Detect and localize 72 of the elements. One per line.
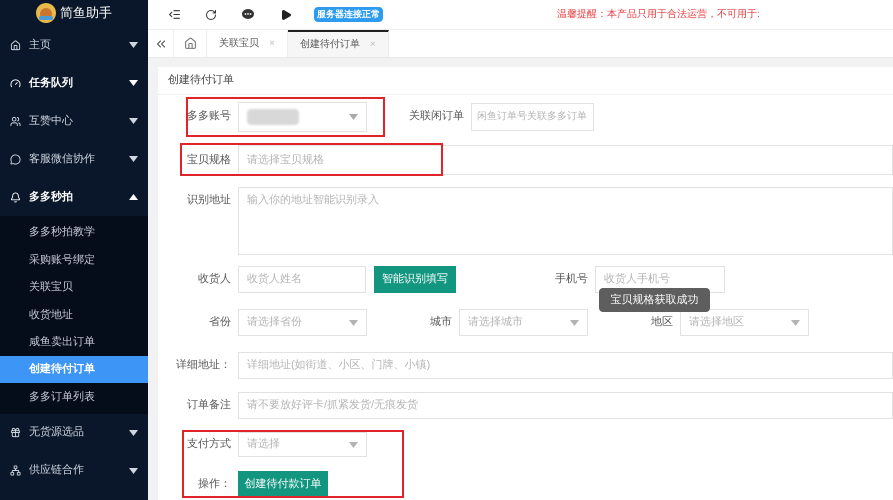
home-icon — [10, 40, 21, 50]
select-field[interactable] — [238, 102, 367, 132]
input-field[interactable]: 闲鱼订单号关联多多订单 — [471, 102, 594, 130]
sidebar-item[interactable]: 多多秒拍 — [0, 178, 148, 216]
gift-icon — [10, 427, 21, 438]
caret-icon — [129, 430, 138, 436]
close-icon[interactable]: × — [269, 36, 275, 51]
app-name: 简鱼助手 — [60, 4, 112, 22]
textarea-field[interactable]: 输入你的地址智能识别录入 — [238, 187, 893, 255]
caret-icon — [129, 194, 138, 200]
home-icon[interactable] — [184, 37, 196, 50]
caret-icon — [129, 156, 138, 162]
field-label: 手机号 — [554, 272, 589, 288]
logo-icon — [36, 3, 56, 23]
field-label: 支付方式 — [186, 436, 232, 452]
toast: 宝贝规格获取成功 — [599, 288, 710, 312]
chat-icon[interactable] — [242, 9, 254, 20]
network-icon — [10, 465, 21, 476]
sidebar-item[interactable]: 无货源选品 — [0, 414, 148, 452]
select-field[interactable]: 请选择地区 — [680, 309, 809, 336]
caret-icon — [129, 468, 138, 474]
submenu-item[interactable]: 多多订单列表 — [0, 383, 148, 411]
caret-icon — [129, 118, 138, 124]
field-label: 详细地址： — [175, 358, 232, 374]
play-icon[interactable] — [280, 8, 292, 20]
submenu-item[interactable]: 创建待付订单 — [0, 356, 148, 384]
field-label: 城市 — [429, 314, 453, 330]
caret-icon — [570, 320, 579, 326]
field-label: 订单备注 — [186, 398, 232, 414]
sidebar-item[interactable]: 主页 — [0, 26, 148, 64]
card-title: 创建待付订单 — [168, 73, 234, 88]
caret-icon — [791, 320, 800, 326]
chat-icon — [10, 154, 21, 164]
field-label: 宝贝规格 — [186, 152, 232, 168]
input-field[interactable]: 收货人姓名 — [238, 266, 366, 293]
input-field[interactable]: 请不要放好评卡/抓紧发货/无痕发货 — [238, 392, 893, 419]
select-field[interactable]: 请选择 — [238, 432, 367, 457]
field-label: 操作： — [197, 476, 232, 492]
input-field[interactable]: 请选择宝贝规格 — [238, 145, 893, 175]
select-field[interactable]: 请选择省份 — [238, 309, 367, 336]
create-order-button[interactable]: 创建待付款订单 — [238, 471, 328, 497]
field-label: 省份 — [208, 315, 232, 330]
bell-icon — [10, 192, 21, 202]
sidebar-item[interactable]: 供应链合作 — [0, 452, 148, 490]
input-field[interactable]: 详细地址(如街道、小区、门牌、小镇) — [238, 352, 893, 379]
notice-text: 温馨提醒：本产品只用于合法运营，不可用于: — [557, 8, 760, 22]
submenu-item[interactable]: 咸鱼卖出订单 — [0, 328, 148, 356]
submenu-item[interactable]: 采购账号绑定 — [0, 246, 148, 274]
field-label: 识别地址 — [186, 193, 232, 208]
sidebar-item[interactable]: 互赞中心 — [0, 102, 148, 140]
tab[interactable]: 创建待付订单 × — [288, 30, 389, 57]
field-label: 收货人 — [197, 272, 232, 288]
field-label: 地区 — [650, 315, 674, 330]
caret-icon — [349, 320, 358, 326]
status-badge: 服务器连接正常 — [314, 6, 383, 22]
menu-icon[interactable] — [168, 8, 181, 21]
sidebar-item[interactable]: 客服微信协作 — [0, 140, 148, 178]
select-field[interactable]: 请选择城市 — [459, 309, 588, 336]
caret-icon — [349, 114, 358, 120]
caret-icon — [129, 80, 138, 86]
field-label: 多多账号 — [186, 109, 232, 124]
sidebar-item[interactable]: 任务队列 — [0, 64, 148, 102]
gauge-icon — [10, 78, 21, 88]
field-label: 关联闲订单 — [408, 108, 465, 124]
people-icon — [10, 116, 21, 126]
submenu-item[interactable]: 收货地址 — [0, 301, 148, 329]
caret-icon — [129, 42, 138, 48]
submenu-item[interactable]: 多多秒拍教学 — [0, 219, 148, 246]
caret-icon — [349, 442, 358, 448]
smart-fill-button[interactable]: 智能识别填写 — [374, 266, 456, 293]
submenu-item[interactable]: 关联宝贝 — [0, 274, 148, 302]
refresh-icon[interactable] — [205, 8, 217, 20]
